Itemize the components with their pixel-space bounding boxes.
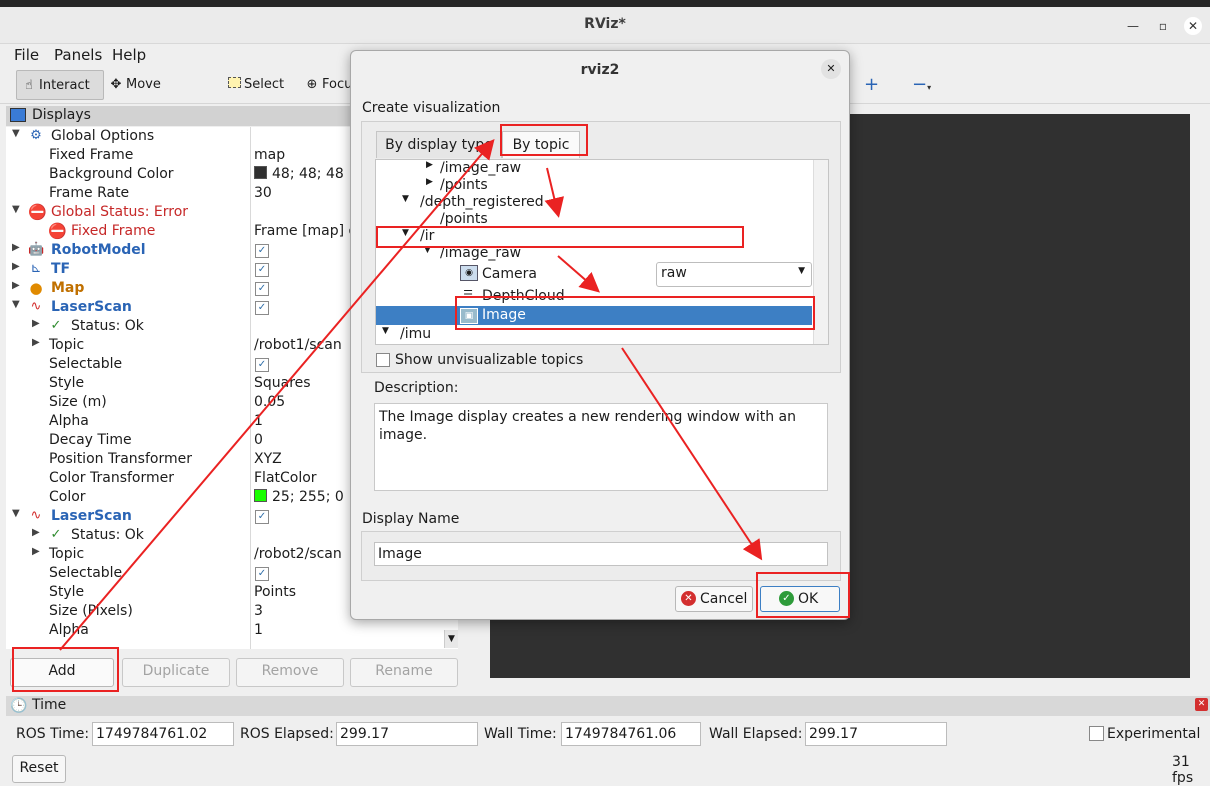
arrow-add-to-bytopic (59, 138, 495, 651)
arrow-ir-to-image (557, 255, 601, 293)
arrow-bytopic-to-ir (544, 167, 565, 218)
arrow-image-to-ok (621, 347, 763, 561)
annotation-arrows (59, 138, 763, 651)
